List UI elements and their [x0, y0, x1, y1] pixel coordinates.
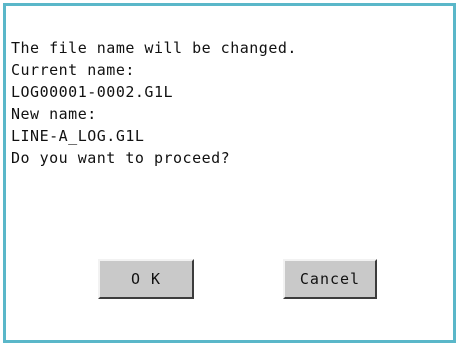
proceed-question: Do you want to proceed?: [11, 149, 231, 167]
new-name-label: New name:: [11, 105, 97, 123]
message-line-intro: The file name will be changed.: [11, 39, 297, 57]
current-name-label: Current name:: [11, 61, 135, 79]
cancel-button[interactable]: Cancel: [283, 259, 377, 299]
rename-confirm-dialog: The file name will be changed. Current n…: [3, 3, 456, 343]
current-name-value: LOG00001-0002.G1L: [11, 83, 174, 101]
new-name-value: LINE-A_LOG.G1L: [11, 127, 145, 145]
dialog-message: The file name will be changed. Current n…: [11, 37, 297, 169]
ok-button[interactable]: O K: [98, 259, 194, 299]
